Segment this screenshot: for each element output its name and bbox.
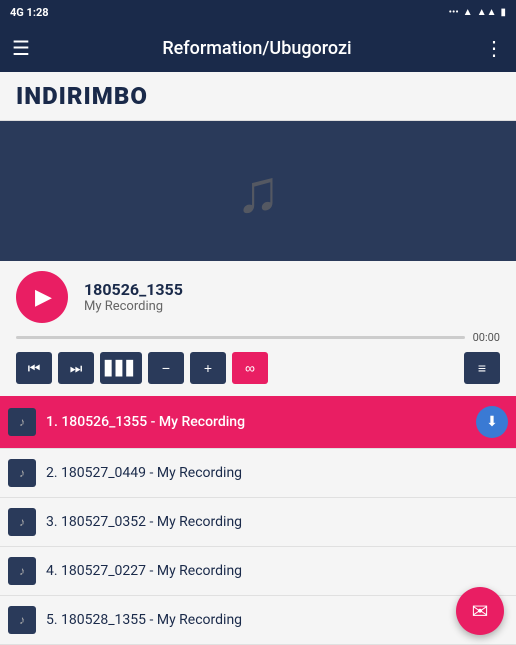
status-icons: ••• ▲ ▲▲ ▮: [449, 7, 506, 18]
track-name: 180526_1355: [84, 280, 183, 299]
progress-container: 00:00: [16, 331, 500, 344]
music-note-icon: ♫: [236, 156, 281, 227]
playlist-button[interactable]: ≡: [464, 352, 500, 384]
progress-bar[interactable]: [16, 336, 465, 339]
network-icon: ▲▲: [477, 7, 497, 18]
track-item-5[interactable]: ♪ 5. 180528_1355 - My Recording: [0, 596, 516, 645]
track-2-music-icon: ♪: [8, 459, 36, 487]
toolbar-title: Reformation/Ubugorozi: [46, 38, 468, 59]
track-1-label: 1. 180526_1355 - My Recording: [46, 414, 476, 430]
page-title-bar: INDIRIMBO: [0, 72, 516, 121]
download-icon: ⬇: [486, 414, 498, 430]
track-3-music-icon: ♪: [8, 508, 36, 536]
toolbar: ☰ Reformation/Ubugorozi ⋮: [0, 24, 516, 72]
track-item-4[interactable]: ♪ 4. 180527_0227 - My Recording: [0, 547, 516, 596]
player-info-row: ▶ 180526_1355 My Recording: [16, 271, 500, 323]
battery-icon: ▮: [500, 7, 506, 18]
equalizer-icon: ▋▋▋: [105, 360, 137, 377]
controls-row: ⏮ ⏭ ▋▋▋ − + ∞ ≡: [16, 352, 500, 384]
player-section: ▶ 180526_1355 My Recording 00:00 ⏮ ⏭ ▋▋▋: [0, 261, 516, 396]
wifi-icon: ▲: [463, 7, 473, 18]
track-4-music-icon: ♪: [8, 557, 36, 585]
track-4-label: 4. 180527_0227 - My Recording: [46, 563, 508, 579]
track-subtitle: My Recording: [84, 299, 183, 314]
minus-icon: −: [162, 360, 170, 376]
signal-dots-icon: •••: [449, 7, 459, 18]
main-content: ▶ 180526_1355 My Recording 00:00 ⏮ ⏭ ▋▋▋: [0, 261, 516, 645]
next-icon: ⏭: [70, 360, 83, 377]
minus-button[interactable]: −: [148, 352, 184, 384]
equalizer-button[interactable]: ▋▋▋: [100, 352, 142, 384]
page-title: INDIRIMBO: [16, 82, 148, 110]
track-5-music-icon: ♪: [8, 606, 36, 634]
play-button[interactable]: ▶: [16, 271, 68, 323]
prev-icon: ⏮: [28, 360, 41, 377]
loop-icon: ∞: [245, 360, 255, 376]
status-time: 4G 1:28: [10, 6, 49, 19]
track-item-3[interactable]: ♪ 3. 180527_0352 - My Recording: [0, 498, 516, 547]
time-label: 00:00: [473, 331, 500, 344]
track-item-2[interactable]: ♪ 2. 180527_0449 - My Recording: [0, 449, 516, 498]
track-item-1[interactable]: ♪ 1. 180526_1355 - My Recording ⬇: [0, 396, 516, 449]
track-1-download-button[interactable]: ⬇: [476, 406, 508, 438]
fab-email-button[interactable]: ✉: [456, 587, 504, 635]
more-options-icon[interactable]: ⋮: [484, 36, 504, 60]
album-art: ♫: [0, 121, 516, 261]
menu-icon[interactable]: ☰: [12, 36, 30, 60]
plus-icon: +: [204, 360, 212, 376]
play-icon: ▶: [35, 284, 52, 310]
track-list: ♪ 1. 180526_1355 - My Recording ⬇ ♪ 2. 1…: [0, 396, 516, 645]
playlist-icon: ≡: [478, 360, 486, 376]
next-button[interactable]: ⏭: [58, 352, 94, 384]
prev-button[interactable]: ⏮: [16, 352, 52, 384]
status-bar: 4G 1:28 ••• ▲ ▲▲ ▮: [0, 0, 516, 24]
track-info: 180526_1355 My Recording: [84, 280, 183, 314]
loop-button[interactable]: ∞: [232, 352, 268, 384]
track-5-label: 5. 180528_1355 - My Recording: [46, 612, 508, 628]
track-1-music-icon: ♪: [8, 408, 36, 436]
plus-button[interactable]: +: [190, 352, 226, 384]
email-icon: ✉: [472, 599, 489, 623]
track-2-label: 2. 180527_0449 - My Recording: [46, 465, 508, 481]
track-3-label: 3. 180527_0352 - My Recording: [46, 514, 508, 530]
